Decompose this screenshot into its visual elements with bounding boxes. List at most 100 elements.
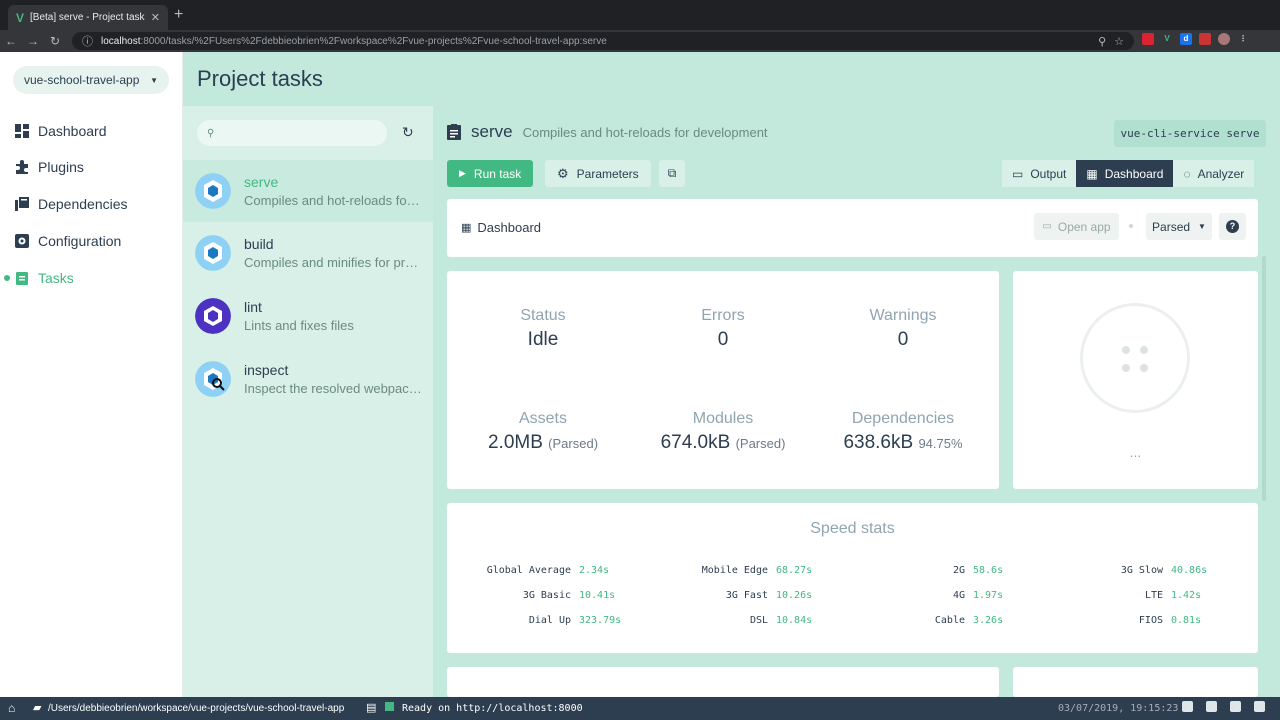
translate-icon[interactable] — [1230, 701, 1241, 712]
idle-dots-icon — [1122, 346, 1152, 376]
sidebar-item-tasks[interactable]: Tasks — [0, 260, 183, 296]
project-selector[interactable]: vue-school-travel-app ▼ — [13, 66, 169, 94]
speed-value: 58.6s — [973, 565, 1004, 576]
tab-output[interactable]: ▭ Output — [1002, 160, 1077, 187]
extension-icon[interactable]: d — [1180, 33, 1192, 45]
speed-stat: Global Average 2.34s — [487, 565, 610, 579]
sidebar-item-label: Configuration — [38, 233, 122, 249]
speed-key: 4G — [952, 590, 965, 601]
bug-icon[interactable] — [1206, 701, 1217, 712]
scrollbar[interactable] — [1262, 256, 1266, 501]
speed-key: Cable — [934, 615, 965, 626]
sidebar-item-configuration[interactable]: Configuration — [0, 223, 183, 259]
webpack-inspect-icon — [195, 361, 231, 397]
sidebar-item-dependencies[interactable]: Dependencies — [0, 186, 183, 222]
sidebar-item-label: Tasks — [38, 270, 74, 286]
open-app-label: Open app — [1057, 219, 1111, 234]
task-description: Compiles and hot-reloads for development — [244, 193, 422, 208]
stat-label: Errors — [701, 307, 745, 324]
gear-icon: ⚙ — [557, 165, 569, 181]
parameters-button[interactable]: ⚙ Parameters — [545, 160, 651, 187]
speed-stat: 2G 58.6s — [953, 565, 1004, 579]
status-message: Ready on http://localhost:8000 — [402, 703, 583, 714]
sidebar-item-plugins[interactable]: Plugins — [0, 149, 183, 185]
info-icon[interactable]: ⓘ — [82, 33, 93, 49]
task-item-serve[interactable]: serve Compiles and hot-reloads for devel… — [183, 160, 433, 222]
assets-note: (Parsed) — [548, 436, 599, 451]
task-item-inspect[interactable]: inspect Inspect the resolved webpack con… — [183, 348, 433, 410]
open-app-button[interactable]: ▭ Open app — [1034, 213, 1119, 240]
task-item-lint[interactable]: lint Lints and fixes files — [183, 285, 433, 347]
tab-dashboard[interactable]: ▦ Dashboard — [1076, 160, 1174, 187]
dashboard-icon: ▦ — [1086, 166, 1098, 181]
settings-icon — [15, 234, 29, 248]
tab-analyzer[interactable]: ◌ Analyzer — [1173, 160, 1255, 187]
mode-select[interactable]: Parsed ▼ — [1146, 213, 1212, 240]
url-text[interactable]: localhost:8000/tasks/%2FUsers%2Fdebbieob… — [101, 36, 1090, 47]
extension-icon[interactable] — [1199, 33, 1211, 45]
task-title-row: serve Compiles and hot-reloads for devel… — [447, 122, 768, 142]
close-tab-icon[interactable]: ✕ — [151, 11, 160, 24]
folder-icon[interactable]: ▰ — [33, 701, 41, 714]
assignment-icon — [16, 272, 28, 285]
tab-label: Analyzer — [1197, 166, 1245, 181]
new-tab-button[interactable]: + — [174, 6, 183, 24]
stat-dependencies: Dependencies 638.6kB 94.75% — [823, 410, 983, 454]
speed-stat: LTE 1.42s — [1145, 590, 1202, 604]
assets-size: 2.0MB — [487, 432, 543, 453]
profile-avatar[interactable] — [1218, 33, 1230, 45]
play-icon: ▶ — [459, 168, 466, 178]
speed-stat: Mobile Edge 68.27s — [702, 565, 813, 579]
project-path[interactable]: /Users/debbieobrien/workspace/vue-projec… — [48, 703, 344, 714]
terminal-icon: ▭ — [1012, 166, 1024, 181]
donut-icon: ◌ — [1183, 166, 1191, 181]
home-icon[interactable]: ⌂ — [8, 701, 15, 715]
tab-label: Output — [1030, 166, 1067, 181]
speed-stats-card: Speed stats Global Average 2.34s Mobile E… — [447, 503, 1258, 653]
stat-value: 0 — [897, 329, 909, 350]
speed-value: 1.42s — [1171, 590, 1202, 601]
caret-down-icon: ▼ — [150, 75, 158, 85]
task-item-build[interactable]: build Compiles and minifies for producti… — [183, 222, 433, 284]
speed-value: 10.84s — [776, 615, 813, 626]
dashboard-icon: ▦ — [461, 222, 472, 234]
task-search-input[interactable]: ⚲ — [197, 120, 387, 146]
eslint-icon — [195, 298, 231, 334]
parameters-label: Parameters — [576, 166, 639, 181]
dashboard-icon — [15, 124, 29, 138]
speed-value: 0.81s — [1171, 615, 1202, 626]
browser-menu-icon[interactable]: ⋮ — [1237, 33, 1249, 45]
sidebar-item-dashboard[interactable]: Dashboard — [0, 113, 183, 149]
refresh-icon[interactable]: ↻ — [402, 124, 414, 141]
speed-value: 68.27s — [776, 565, 813, 576]
refresh-icon[interactable] — [1254, 701, 1265, 712]
theme-icon[interactable] — [1182, 701, 1193, 712]
open-external-button[interactable]: ⧉ — [659, 160, 685, 187]
assignment-icon — [447, 124, 461, 140]
extension-icon[interactable] — [1142, 33, 1154, 45]
vue-devtools-icon[interactable]: V — [1161, 33, 1173, 45]
url-host: localhost — [101, 35, 141, 47]
progress-ellipsis: ... — [1129, 444, 1142, 460]
browser-tab[interactable]: V [Beta] serve - Project tasks - V ✕ — [8, 5, 168, 30]
speed-value: 2.34s — [579, 565, 610, 576]
stat-modules: Modules 674.0kB (Parsed) — [643, 410, 803, 454]
back-icon[interactable]: ← — [0, 34, 22, 48]
help-button[interactable]: ? — [1219, 213, 1246, 240]
reload-icon[interactable]: ↻ — [44, 34, 66, 48]
task-name: inspect — [244, 362, 289, 378]
build-stats-card: Status Idle Errors 0 Warnings 0 Assets 2… — [447, 271, 999, 489]
console-icon[interactable]: ▤ — [366, 701, 376, 714]
run-task-button[interactable]: ▶ Run task — [447, 160, 534, 187]
dashboard-label: ▦ Dashboard — [461, 220, 541, 235]
zoom-icon[interactable]: ⚲ — [1098, 35, 1106, 48]
url-path: :8000/tasks/%2FUsers%2Fdebbieobrien%2Fwo… — [140, 35, 607, 47]
speed-value: 40.86s — [1171, 565, 1208, 576]
modules-size: 674.0kB — [660, 432, 731, 453]
address-bar[interactable]: ⓘ localhost:8000/tasks/%2FUsers%2Fdebbie… — [72, 32, 1134, 50]
forward-icon[interactable]: → — [22, 34, 44, 48]
log-icon — [385, 702, 394, 711]
dashboard-title: Dashboard — [477, 220, 542, 235]
task-title: serve — [471, 122, 513, 141]
bookmark-star-icon[interactable]: ☆ — [1114, 35, 1124, 48]
